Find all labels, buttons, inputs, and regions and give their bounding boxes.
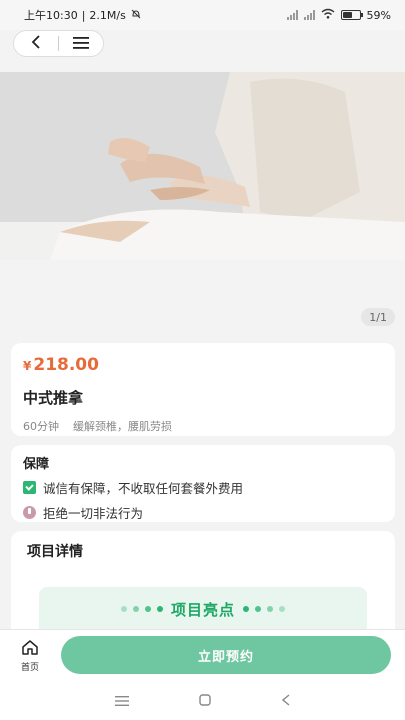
battery-percent: 59% — [366, 8, 391, 22]
nav-capsule — [13, 30, 104, 57]
guarantee-item-text: 诚信有保障，不收取任何套餐外费用 — [43, 481, 244, 496]
guarantee-item-text: 拒绝一切非法行为 — [43, 506, 144, 521]
ban-icon — [23, 506, 36, 519]
status-bar: 上午10:30 | 2.1M/s 59% — [0, 0, 405, 30]
service-benefit: 缓解颈椎，腰肌劳损 — [73, 420, 172, 433]
home-square-icon[interactable] — [199, 691, 212, 710]
back-button[interactable] — [14, 31, 58, 56]
detail-title: 项目详情 — [27, 544, 83, 560]
recent-apps-icon[interactable] — [115, 691, 130, 710]
highlight-title: 项目亮点 — [170, 600, 235, 619]
photo-backdrop — [0, 260, 405, 334]
bottom-action-bar: 首页 立即预约 — [0, 629, 405, 681]
book-now-button[interactable]: 立即预约 — [61, 636, 391, 674]
battery-icon — [340, 10, 363, 20]
guarantee-card: 保障 诚信有保障，不收取任何套餐外费用 拒绝一切非法行为 — [11, 445, 395, 522]
wifi-icon — [321, 8, 335, 22]
guarantee-item: 诚信有保障，不收取任何套餐外费用 — [23, 478, 383, 497]
signal-icon — [286, 10, 298, 20]
decor-dots-right — [243, 606, 285, 612]
service-duration: 60分钟 — [23, 420, 59, 433]
chevron-left-icon — [31, 34, 41, 53]
image-pager: 1/1 — [361, 308, 395, 326]
service-photo[interactable] — [0, 72, 405, 260]
currency-symbol: ¥ — [23, 359, 32, 373]
shield-check-icon — [23, 481, 36, 494]
guarantee-item: 拒绝一切非法行为 — [23, 503, 383, 522]
price-value: 218.00 — [33, 355, 99, 375]
project-detail-card: 项目详情 项目亮点 — [11, 531, 395, 631]
service-summary-card: ¥ 218.00 中式推拿 60分钟 缓解颈椎，腰肌劳损 — [11, 343, 395, 436]
menu-button[interactable] — [59, 31, 103, 56]
status-speed: 2.1M/s — [89, 8, 126, 22]
hamburger-menu-icon — [73, 34, 89, 53]
system-nav-bar — [0, 681, 405, 720]
status-divider: | — [81, 8, 86, 22]
status-time: 上午10:30 — [24, 9, 78, 22]
service-price: ¥ 218.00 — [23, 355, 383, 375]
home-tab-label: 首页 — [20, 662, 39, 673]
guarantee-title: 保障 — [23, 457, 50, 472]
decor-dots-left — [120, 606, 163, 612]
silent-icon — [130, 8, 142, 23]
service-name: 中式推拿 — [23, 389, 84, 407]
massage-illustration — [0, 72, 405, 260]
signal-icon-2 — [303, 10, 315, 20]
service-meta: 60分钟 缓解颈椎，腰肌劳损 — [23, 418, 383, 434]
home-tab[interactable]: 首页 — [0, 639, 60, 673]
status-left: 上午10:30 | 2.1M/s — [24, 7, 142, 23]
home-icon — [21, 639, 39, 658]
highlight-banner: 项目亮点 — [39, 587, 367, 631]
back-triangle-icon[interactable] — [281, 691, 290, 710]
status-right: 59% — [286, 8, 391, 22]
